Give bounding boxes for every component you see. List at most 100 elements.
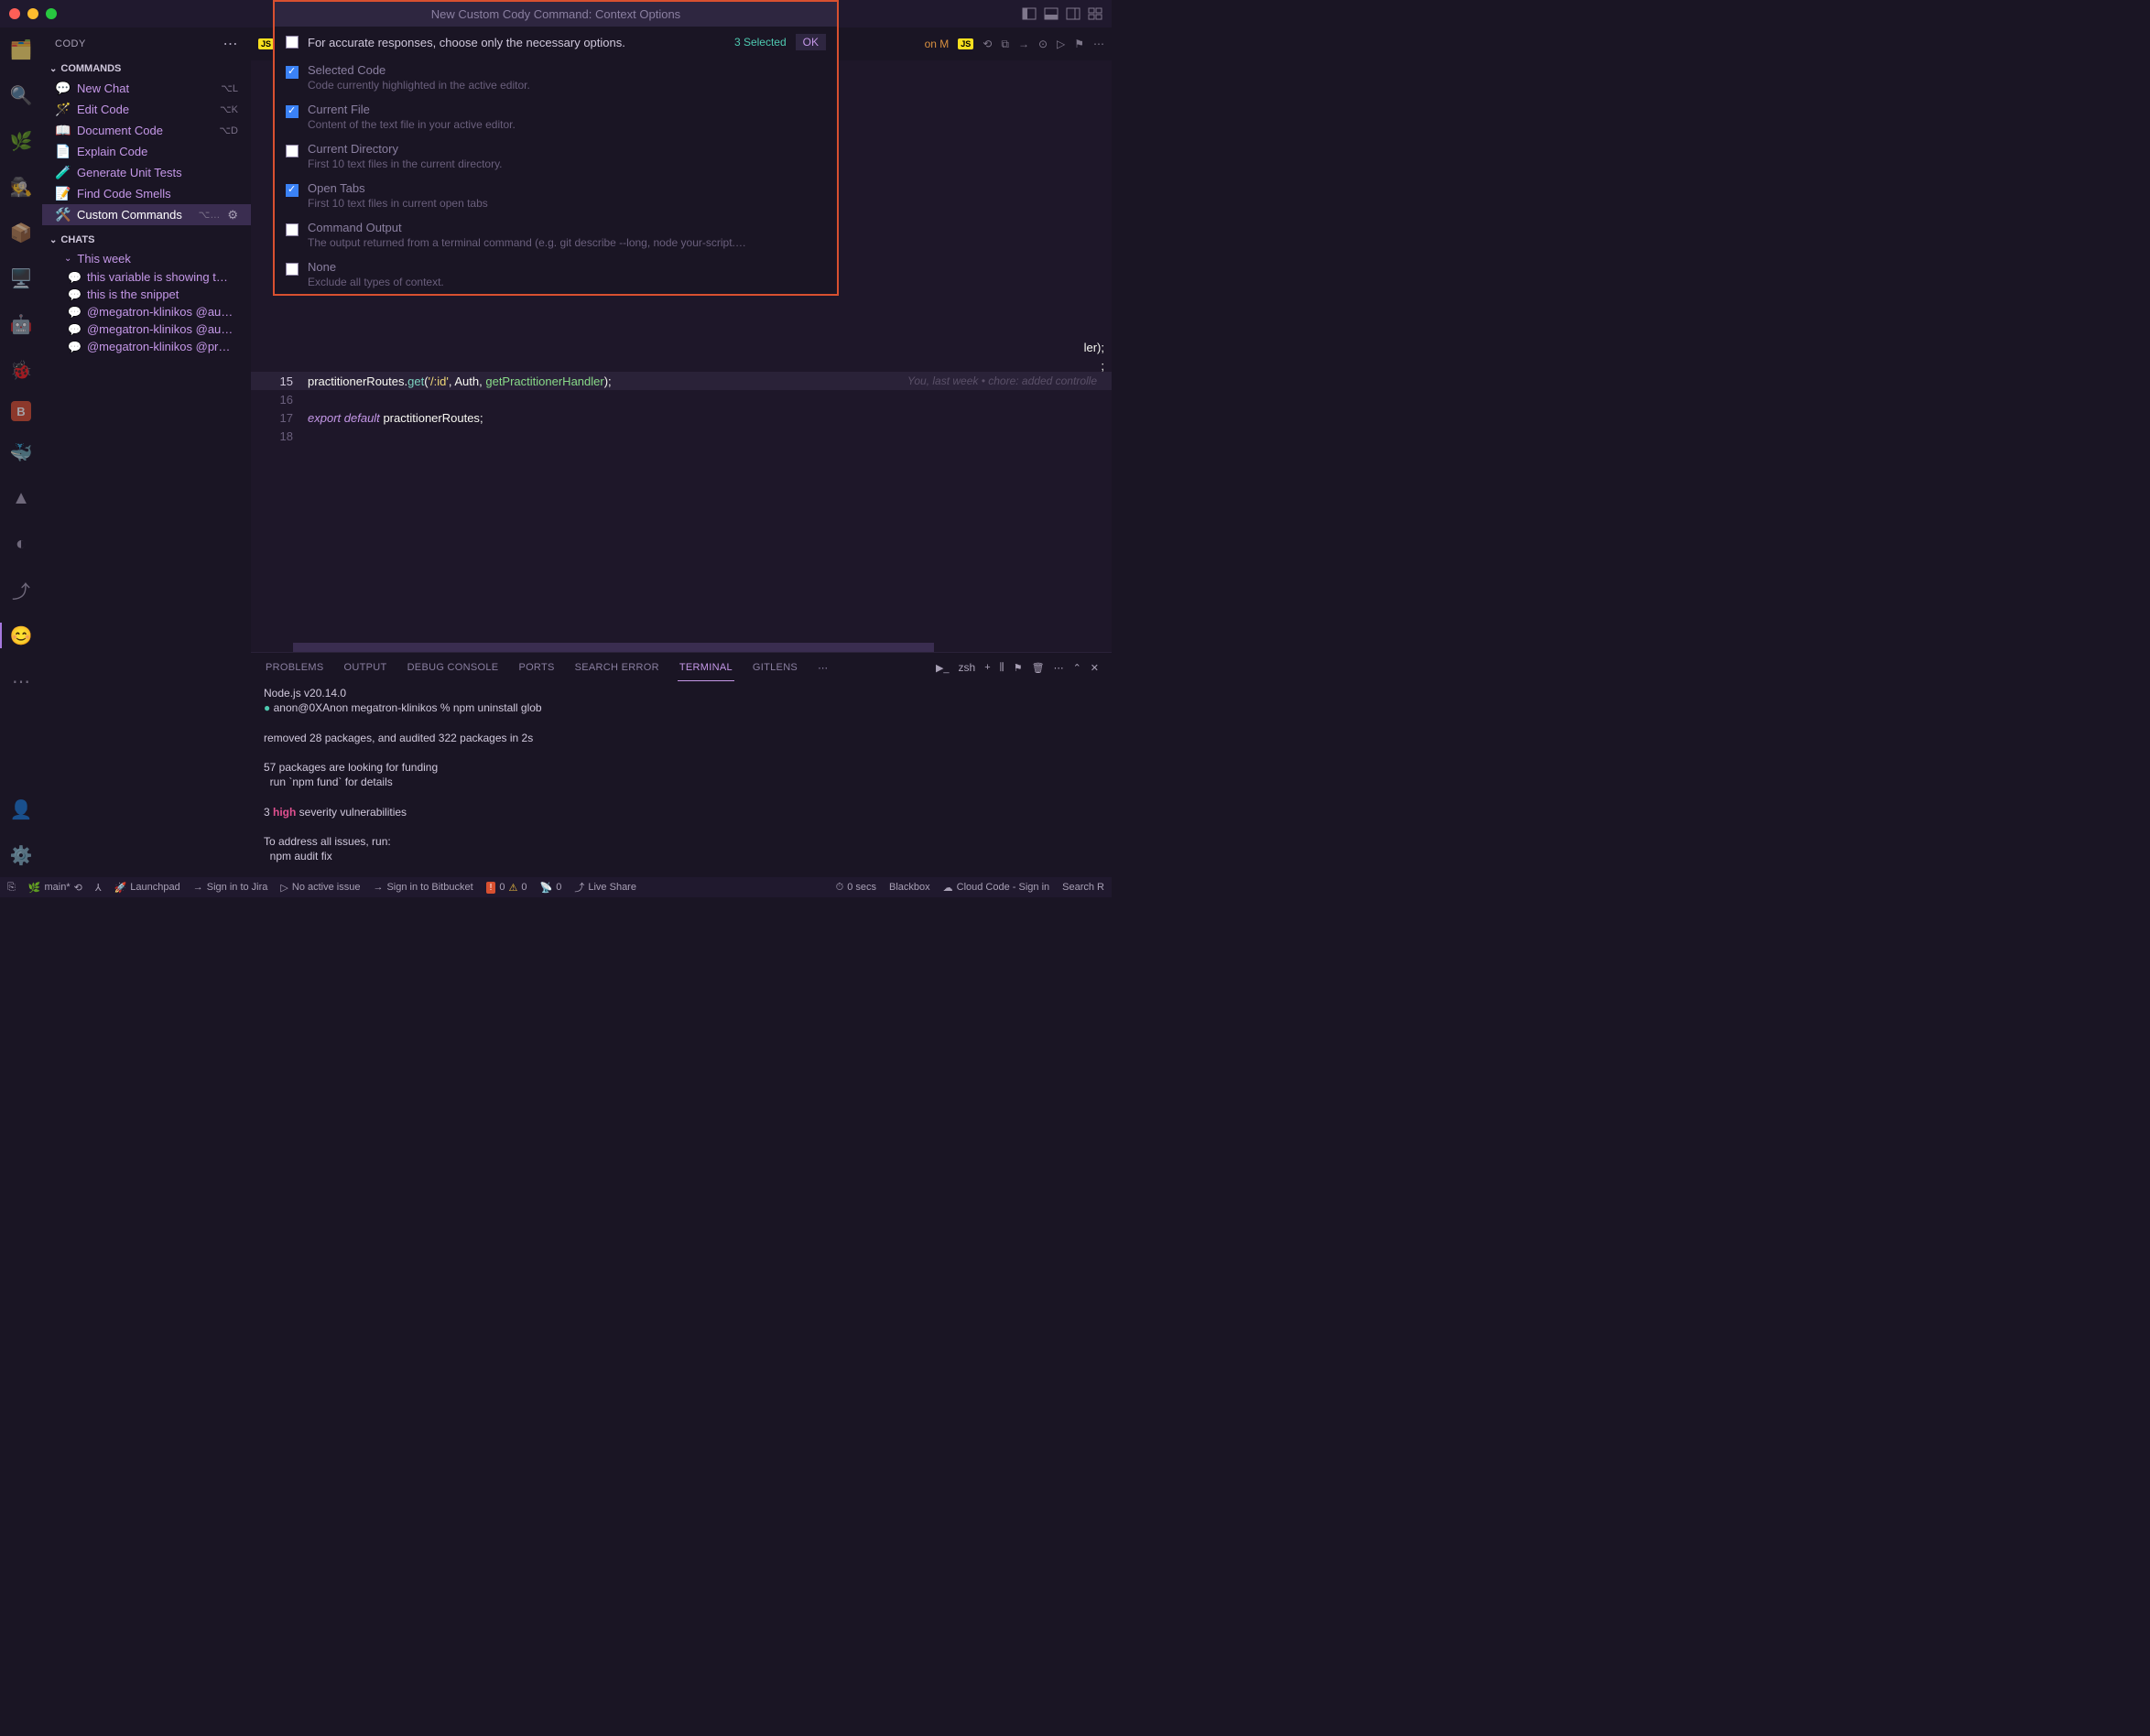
active-issue[interactable]: ▷ No active issue xyxy=(280,882,360,894)
chat-group-this-week[interactable]: ⌄This week xyxy=(42,249,251,268)
terminal-tab[interactable]: TERMINAL xyxy=(678,655,734,681)
code-line-18[interactable]: 18 xyxy=(251,427,1112,445)
layout-sidebar-left-icon[interactable] xyxy=(1022,6,1037,21)
package-icon[interactable]: 📦 xyxy=(6,218,36,247)
more-icon[interactable]: ⋯ xyxy=(1093,38,1104,51)
chats-section-header[interactable]: ⌄ CHATS xyxy=(42,231,251,249)
maximize-window-button[interactable] xyxy=(46,8,57,19)
search-icon[interactable]: 🔍 xyxy=(6,81,36,110)
arrow-icon[interactable]: → xyxy=(1018,38,1029,51)
docker-icon[interactable]: 🐳 xyxy=(6,438,36,467)
split-terminal-icon[interactable]: ⫼ xyxy=(1000,662,1004,674)
generate-tests-command[interactable]: 🧪Generate Unit Tests xyxy=(42,162,251,183)
leaf-icon[interactable]: 🌿 xyxy=(6,126,36,156)
search-error-tab[interactable]: SEARCH ERROR xyxy=(573,655,661,680)
atlassian-icon[interactable]: ▲ xyxy=(6,483,36,513)
more-tabs-icon[interactable]: ⋯ xyxy=(816,655,830,681)
option-none[interactable]: NoneExclude all types of context. xyxy=(275,255,837,294)
gitlens-tab[interactable]: GITLENS xyxy=(751,655,799,680)
circle-icon[interactable]: ◐ xyxy=(6,529,36,559)
terminal-output[interactable]: Node.js v20.14.0 ● anon@0XAnon megatron-… xyxy=(251,682,1112,877)
option-current-file[interactable]: Current FileContent of the text file in … xyxy=(275,97,837,136)
option-checkbox[interactable] xyxy=(286,223,299,236)
ok-button[interactable]: OK xyxy=(796,34,826,50)
option-command-output[interactable]: Command OutputThe output returned from a… xyxy=(275,215,837,255)
option-checkbox[interactable] xyxy=(286,263,299,276)
chat-item[interactable]: 💬@megatron-klinikos @pr… xyxy=(42,338,251,355)
flag-icon[interactable]: ⚑ xyxy=(1014,662,1023,674)
detective-icon[interactable]: 🕵️ xyxy=(6,172,36,201)
settings-gear-icon[interactable]: ⚙️ xyxy=(6,841,36,870)
gear-icon[interactable]: ⚙ xyxy=(227,208,238,222)
horizontal-scrollbar[interactable] xyxy=(293,643,934,652)
shell-name[interactable]: zsh xyxy=(959,661,976,674)
b-icon[interactable]: B xyxy=(11,401,31,421)
layout-customize-icon[interactable] xyxy=(1088,6,1102,21)
chat-item[interactable]: 💬@megatron-klinikos @au… xyxy=(42,303,251,320)
option-current-directory[interactable]: Current DirectoryFirst 10 text files in … xyxy=(275,136,837,176)
output-tab[interactable]: OUTPUT xyxy=(342,655,389,680)
option-checkbox[interactable] xyxy=(286,66,299,79)
live-share[interactable]: ⤴ Live Share xyxy=(574,880,636,895)
ports-count[interactable]: 📡 0 xyxy=(540,882,562,894)
git-compare-icon[interactable]: ⧉ xyxy=(1001,38,1009,51)
share-icon[interactable]: ⤴ xyxy=(6,575,36,604)
option-checkbox[interactable] xyxy=(286,105,299,118)
flag-icon[interactable]: ⚑ xyxy=(1074,38,1084,51)
more-icon[interactable]: ⋯ xyxy=(1054,662,1064,674)
cloud-code-signin[interactable]: ☁ Cloud Code - Sign in xyxy=(943,882,1050,894)
more-icon[interactable]: ⋯ xyxy=(6,667,36,696)
option-checkbox[interactable] xyxy=(286,145,299,157)
chat-item[interactable]: 💬this variable is showing t… xyxy=(42,268,251,286)
close-icon[interactable]: ✕ xyxy=(1091,662,1099,674)
terminal-shell-icon[interactable]: ▶_ xyxy=(936,662,950,674)
chat-item[interactable]: 💬@megatron-klinikos @au… xyxy=(42,320,251,338)
chevron-up-icon[interactable]: ⌃ xyxy=(1073,662,1081,674)
timeline-icon[interactable]: ⊙ xyxy=(1038,38,1048,51)
close-window-button[interactable] xyxy=(9,8,20,19)
new-chat-command[interactable]: 💬New Chat⌥L xyxy=(42,78,251,99)
launchpad-status[interactable]: 🚀 Launchpad xyxy=(114,882,180,894)
code-line-17[interactable]: 17 export default practitionerRoutes; xyxy=(251,408,1112,427)
minimize-window-button[interactable] xyxy=(27,8,38,19)
commands-section-header[interactable]: ⌄ COMMANDS xyxy=(42,60,251,78)
remote-icon[interactable]: ⎘ xyxy=(7,882,16,894)
branch-status[interactable]: 🌿 main* ⟲ xyxy=(28,882,82,894)
custom-commands-command[interactable]: 🛠️Custom Commands⌥… ⚙ xyxy=(42,204,251,225)
code-smells-command[interactable]: 📝Find Code Smells xyxy=(42,183,251,204)
graph-icon[interactable]: ⅄ xyxy=(95,882,102,894)
bug-icon[interactable]: 🐞 xyxy=(6,355,36,385)
option-selected-code[interactable]: Selected CodeCode currently highlighted … xyxy=(275,58,837,97)
errors-warnings[interactable]: ! 0 ⚠ 0 xyxy=(486,882,527,894)
monitor-icon[interactable]: 🖥️ xyxy=(6,264,36,293)
time-tracker[interactable]: ⏱ 0 secs xyxy=(836,882,876,894)
code-line-16[interactable]: 16 xyxy=(251,390,1112,408)
account-icon[interactable]: 👤 xyxy=(6,795,36,824)
ports-tab[interactable]: PORTS xyxy=(516,655,556,680)
search-status[interactable]: Search R xyxy=(1062,882,1104,893)
edit-code-command[interactable]: 🪄Edit Code⌥K xyxy=(42,99,251,120)
trash-icon[interactable]: 🗑 xyxy=(1032,662,1045,674)
js-lang-icon[interactable]: JS xyxy=(958,38,973,49)
new-terminal-icon[interactable]: + xyxy=(984,662,990,673)
select-all-checkbox[interactable] xyxy=(286,36,299,49)
sync-icon[interactable]: ⟲ xyxy=(983,38,992,51)
blackbox-status[interactable]: Blackbox xyxy=(889,882,930,893)
document-code-command[interactable]: 📖Document Code⌥D xyxy=(42,120,251,141)
play-icon[interactable]: ▷ xyxy=(1057,38,1065,51)
option-checkbox[interactable] xyxy=(286,184,299,197)
cody-icon[interactable]: 😊 xyxy=(6,621,36,650)
sidebar-more-icon[interactable]: ⋯ xyxy=(223,35,239,53)
explain-code-command[interactable]: 📄Explain Code xyxy=(42,141,251,162)
option-open-tabs[interactable]: Open TabsFirst 10 text files in current … xyxy=(275,176,837,215)
explorer-icon[interactable]: 🗂️ xyxy=(6,35,36,64)
problems-tab[interactable]: PROBLEMS xyxy=(264,655,326,680)
bitbucket-signin[interactable]: → Sign in to Bitbucket xyxy=(373,882,472,893)
jira-signin[interactable]: → Sign in to Jira xyxy=(193,882,268,893)
code-line-15[interactable]: 15 practitionerRoutes.get('/:id', Auth, … xyxy=(251,372,1112,390)
layout-sidebar-right-icon[interactable] xyxy=(1066,6,1080,21)
robot-icon[interactable]: 🤖 xyxy=(6,309,36,339)
layout-panel-icon[interactable] xyxy=(1044,6,1059,21)
debug-console-tab[interactable]: DEBUG CONSOLE xyxy=(406,655,501,680)
chat-item[interactable]: 💬this is the snippet xyxy=(42,286,251,303)
